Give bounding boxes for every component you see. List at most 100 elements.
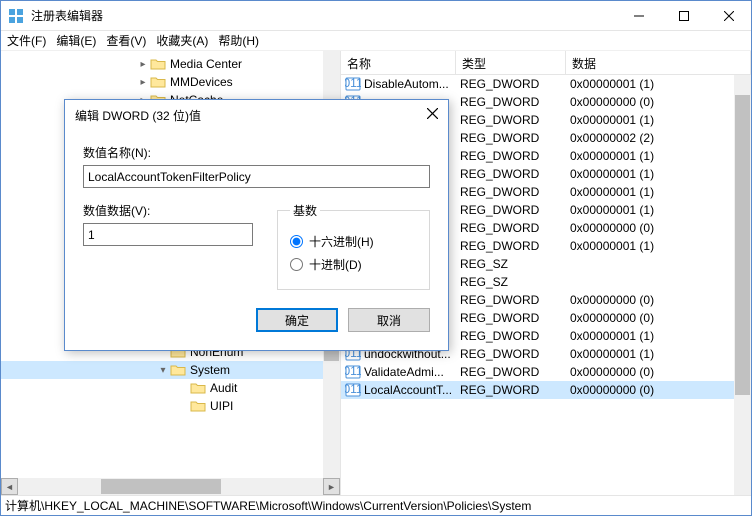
dialog-title: 编辑 DWORD (32 位)值 bbox=[75, 107, 427, 124]
base-legend: 基数 bbox=[290, 202, 320, 219]
value-type: REG_DWORD bbox=[456, 329, 566, 343]
tree-label: System bbox=[190, 363, 230, 377]
radio-hex[interactable]: 十六进制(H) bbox=[290, 233, 417, 250]
status-path: 计算机\HKEY_LOCAL_MACHINE\SOFTWARE\Microsof… bbox=[5, 497, 531, 514]
list-header: 名称 类型 数据 bbox=[341, 51, 751, 75]
value-type: REG_DWORD bbox=[456, 131, 566, 145]
value-icon: 011 bbox=[345, 365, 361, 379]
value-name-input[interactable] bbox=[83, 165, 430, 188]
value-type: REG_DWORD bbox=[456, 365, 566, 379]
dialog-titlebar[interactable]: 编辑 DWORD (32 位)值 bbox=[65, 100, 448, 130]
svg-text:011: 011 bbox=[345, 365, 361, 378]
value-data: 0x00000000 (0) bbox=[566, 365, 751, 379]
expand-icon[interactable]: ▾ bbox=[156, 365, 170, 376]
tree-item[interactable]: ▸ MMDevices bbox=[1, 73, 340, 91]
value-type: REG_DWORD bbox=[456, 293, 566, 307]
tree-item[interactable]: UIPI bbox=[1, 397, 340, 415]
dialog-close-icon[interactable] bbox=[427, 108, 438, 122]
expand-icon[interactable]: ▸ bbox=[136, 59, 150, 70]
edit-dword-dialog: 编辑 DWORD (32 位)值 数值名称(N): 数值数据(V): 基数 十六… bbox=[64, 99, 449, 351]
menu-edit[interactable]: 编辑(E) bbox=[56, 32, 96, 49]
folder-icon bbox=[150, 75, 166, 89]
tree-label: MMDevices bbox=[170, 75, 233, 89]
tree-item[interactable]: ▸ Media Center bbox=[1, 55, 340, 73]
minimize-button[interactable] bbox=[616, 1, 661, 30]
value-data: 0x00000001 (1) bbox=[566, 203, 751, 217]
value-type: REG_DWORD bbox=[456, 185, 566, 199]
value-type: REG_DWORD bbox=[456, 239, 566, 253]
close-button[interactable] bbox=[706, 1, 751, 30]
tree-label: UIPI bbox=[210, 399, 233, 413]
folder-icon bbox=[150, 57, 166, 71]
value-name-label: 数值名称(N): bbox=[83, 144, 430, 161]
value-data: 0x00000001 (1) bbox=[566, 113, 751, 127]
titlebar: 注册表编辑器 bbox=[1, 1, 751, 31]
col-name[interactable]: 名称 bbox=[341, 51, 456, 74]
value-icon: 011 bbox=[345, 383, 361, 397]
tree-item[interactable]: Audit bbox=[1, 379, 340, 397]
cancel-button[interactable]: 取消 bbox=[348, 308, 430, 332]
value-data: 0x00000001 (1) bbox=[566, 77, 751, 91]
menu-help[interactable]: 帮助(H) bbox=[218, 32, 259, 49]
list-row[interactable]: 011ValidateAdmi... REG_DWORD0x00000000 (0… bbox=[341, 363, 751, 381]
value-data: 0x00000001 (1) bbox=[566, 149, 751, 163]
value-data: 0x00000001 (1) bbox=[566, 347, 751, 361]
value-data: 0x00000001 (1) bbox=[566, 329, 751, 343]
value-type: REG_DWORD bbox=[456, 149, 566, 163]
value-data: 0x00000000 (0) bbox=[566, 95, 751, 109]
menubar: 文件(F) 编辑(E) 查看(V) 收藏夹(A) 帮助(H) bbox=[1, 31, 751, 51]
tree-label: Audit bbox=[210, 381, 237, 395]
value-type: REG_SZ bbox=[456, 275, 566, 289]
value-data: 0x00000000 (0) bbox=[566, 293, 751, 307]
value-data-input[interactable] bbox=[83, 223, 253, 246]
value-data-label: 数值数据(V): bbox=[83, 202, 253, 219]
list-row[interactable]: 011LocalAccountT... REG_DWORD0x00000000 (… bbox=[341, 381, 751, 399]
ok-button[interactable]: 确定 bbox=[256, 308, 338, 332]
statusbar: 计算机\HKEY_LOCAL_MACHINE\SOFTWARE\Microsof… bbox=[1, 495, 751, 515]
value-type: REG_DWORD bbox=[456, 113, 566, 127]
radio-dec[interactable]: 十进制(D) bbox=[290, 256, 417, 273]
col-type[interactable]: 类型 bbox=[456, 51, 566, 74]
value-data: 0x00000001 (1) bbox=[566, 239, 751, 253]
list-scrollbar-v[interactable] bbox=[734, 75, 751, 495]
radio-hex-input[interactable] bbox=[290, 235, 303, 248]
value-data: 0x00000000 (0) bbox=[566, 311, 751, 325]
value-type: REG_DWORD bbox=[456, 203, 566, 217]
value-type: REG_DWORD bbox=[456, 221, 566, 235]
value-type: REG_DWORD bbox=[456, 311, 566, 325]
value-data: 0x00000001 (1) bbox=[566, 167, 751, 181]
radio-dec-input[interactable] bbox=[290, 258, 303, 271]
value-type: REG_DWORD bbox=[456, 167, 566, 181]
value-type: REG_DWORD bbox=[456, 95, 566, 109]
expand-icon[interactable]: ▸ bbox=[136, 77, 150, 88]
window-title: 注册表编辑器 bbox=[31, 7, 616, 24]
col-data[interactable]: 数据 bbox=[566, 51, 751, 74]
value-name: ValidateAdmi... bbox=[364, 365, 444, 379]
folder-icon bbox=[190, 399, 206, 413]
value-data: 0x00000002 (2) bbox=[566, 131, 751, 145]
app-icon bbox=[8, 8, 24, 24]
svg-text:011: 011 bbox=[345, 77, 361, 90]
menu-favorites[interactable]: 收藏夹(A) bbox=[156, 32, 208, 49]
value-data: 0x00000000 (0) bbox=[566, 383, 751, 397]
window-buttons bbox=[616, 1, 751, 30]
value-name: LocalAccountT... bbox=[364, 383, 452, 397]
menu-view[interactable]: 查看(V) bbox=[106, 32, 146, 49]
value-type: REG_DWORD bbox=[456, 347, 566, 361]
tree-scrollbar-h[interactable]: ◄ ► bbox=[1, 478, 340, 495]
value-icon: 011 bbox=[345, 77, 361, 91]
base-fieldset: 基数 十六进制(H) 十进制(D) bbox=[277, 202, 430, 290]
value-type: REG_SZ bbox=[456, 257, 566, 271]
svg-text:011: 011 bbox=[345, 383, 361, 396]
tree-label: Media Center bbox=[170, 57, 242, 71]
value-type: REG_DWORD bbox=[456, 383, 566, 397]
menu-file[interactable]: 文件(F) bbox=[7, 32, 46, 49]
value-data: 0x00000000 (0) bbox=[566, 221, 751, 235]
maximize-button[interactable] bbox=[661, 1, 706, 30]
folder-icon bbox=[190, 381, 206, 395]
list-row[interactable]: 011DisableAutom... REG_DWORD0x00000001 (1… bbox=[341, 75, 751, 93]
tree-item[interactable]: ▾ System bbox=[1, 361, 340, 379]
value-type: REG_DWORD bbox=[456, 77, 566, 91]
value-data: 0x00000001 (1) bbox=[566, 185, 751, 199]
value-name: DisableAutom... bbox=[364, 77, 449, 91]
